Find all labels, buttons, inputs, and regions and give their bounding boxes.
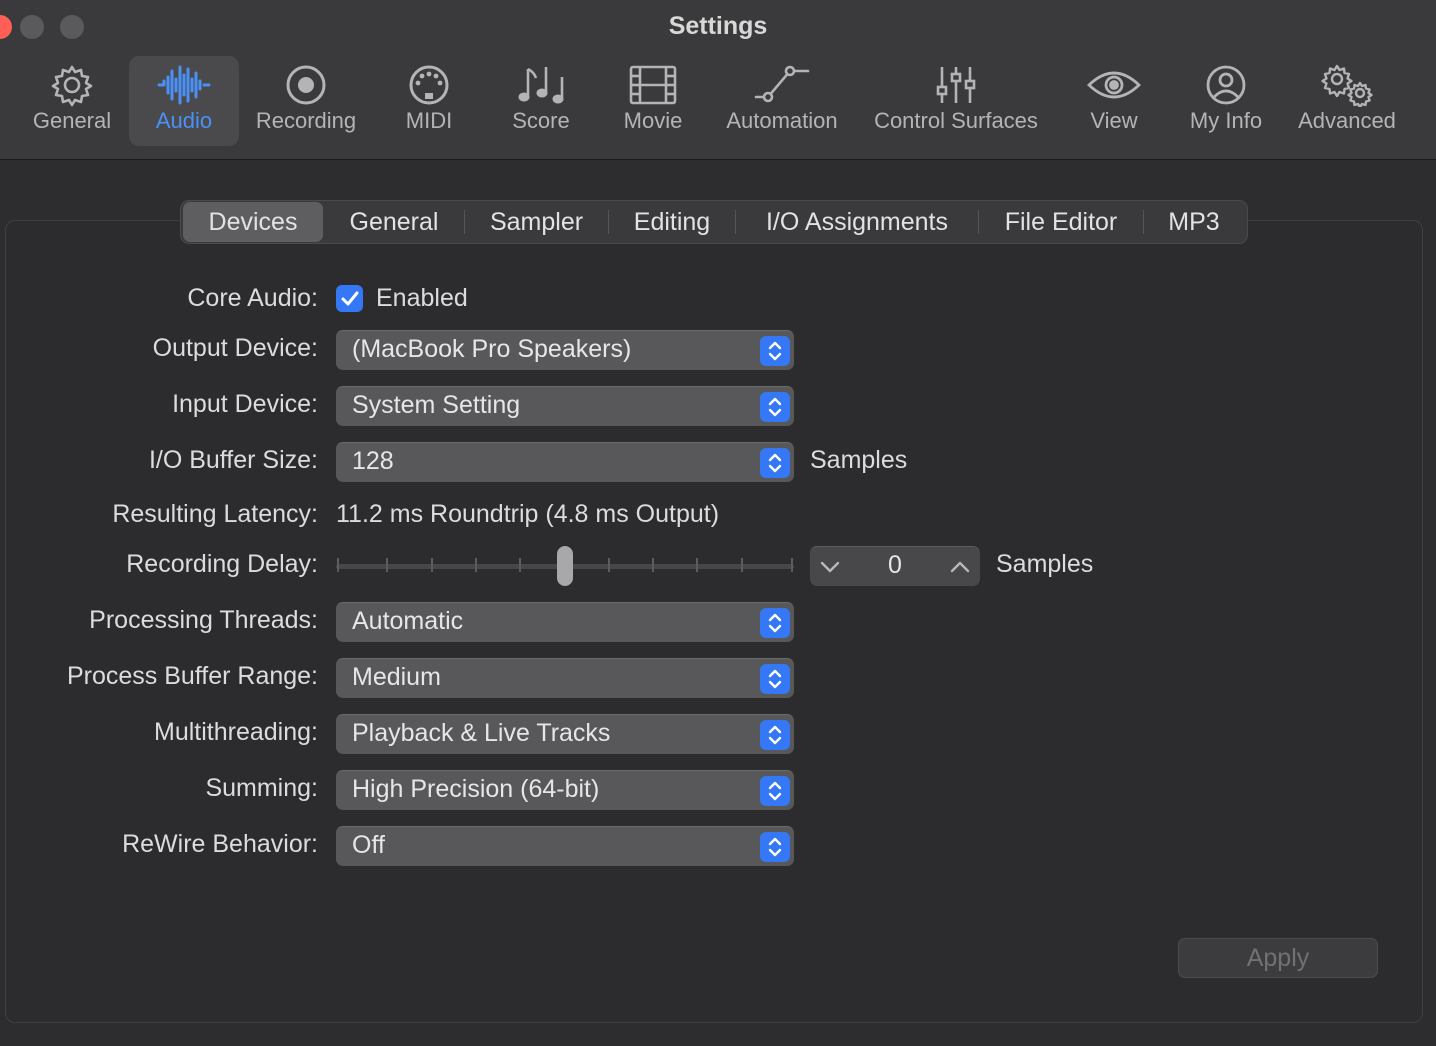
chevron-updown-icon [760, 664, 790, 694]
toolbar-item-score[interactable]: Score [508, 56, 574, 146]
chevron-updown-icon [760, 392, 790, 422]
slider-thumb[interactable] [557, 546, 573, 586]
output-device-label: Output Device: [152, 334, 318, 362]
chevron-updown-icon [760, 776, 790, 806]
slider-tick [741, 558, 743, 572]
toolbar-item-control-surfaces[interactable]: Control Surfaces [866, 56, 1046, 146]
process-buffer-range-value: Medium [352, 663, 441, 691]
chevron-up-icon[interactable] [948, 556, 972, 578]
toolbar-item-label: Control Surfaces [874, 108, 1038, 133]
toolbar-item-label: Audio [155, 108, 213, 133]
latency-label: Resulting Latency: [112, 500, 318, 528]
tab-mp3[interactable]: MP3 [1144, 202, 1244, 242]
buffer-size-value: 128 [352, 447, 394, 475]
chevron-updown-icon [760, 608, 790, 638]
core-audio-enabled-label[interactable]: Enabled [376, 284, 468, 313]
tab-bar: Devices General Sampler Editing I/O Assi… [180, 200, 1248, 244]
chevron-updown-icon [760, 720, 790, 750]
recording-delay-unit: Samples [996, 550, 1094, 578]
core-audio-label: Core Audio: [187, 284, 318, 312]
latency-value: 11.2 ms Roundtrip (4.8 ms Output) [336, 500, 720, 528]
input-device-popup[interactable]: System Setting [336, 386, 794, 426]
process-buffer-range-label: Process Buffer Range: [66, 662, 318, 690]
person-icon [1204, 56, 1248, 108]
chevron-updown-icon [760, 448, 790, 478]
film-icon [629, 56, 677, 108]
toolbar-item-label: View [1090, 108, 1138, 133]
slider-tick [791, 558, 793, 572]
toolbar-item-view[interactable]: View [1082, 56, 1146, 146]
checkmark-icon [341, 291, 358, 305]
buffer-size-unit: Samples [810, 446, 908, 474]
slider-tick [608, 558, 610, 572]
summing-value: High Precision (64-bit) [352, 775, 600, 803]
eye-icon [1086, 56, 1142, 108]
recording-delay-stepper[interactable]: 0 [810, 546, 980, 586]
tab-file-editor[interactable]: File Editor [979, 202, 1143, 242]
rewire-value: Off [352, 831, 385, 859]
buffer-size-popup[interactable]: 128 [336, 442, 794, 482]
multithreading-label: Multithreading: [154, 718, 318, 746]
toolbar-item-label: Advanced [1298, 108, 1396, 133]
toolbar-item-my-info[interactable]: My Info [1182, 56, 1270, 146]
recording-delay-slider[interactable] [336, 546, 794, 586]
waveform-icon [157, 56, 211, 108]
summing-label: Summing: [205, 774, 318, 802]
tab-io-assignments[interactable]: I/O Assignments [736, 202, 978, 242]
buffer-size-label: I/O Buffer Size: [148, 446, 318, 474]
slider-tick [475, 558, 477, 572]
tab-editing[interactable]: Editing [609, 202, 735, 242]
process-buffer-range-popup[interactable]: Medium [336, 658, 794, 698]
faders-icon [934, 56, 978, 108]
rewire-popup[interactable]: Off [336, 826, 794, 866]
gear-icon [50, 56, 94, 108]
automation-curve-icon [754, 56, 810, 108]
recording-delay-label: Recording Delay: [126, 550, 318, 578]
core-audio-checkbox[interactable] [336, 285, 363, 312]
multithreading-value: Playback & Live Tracks [352, 719, 611, 747]
slider-tick [696, 558, 698, 572]
gears-icon [1319, 56, 1375, 108]
music-notes-icon [516, 56, 566, 108]
record-icon [284, 56, 328, 108]
toolbar-item-recording[interactable]: Recording [250, 56, 362, 146]
summing-popup[interactable]: High Precision (64-bit) [336, 770, 794, 810]
slider-tick [519, 558, 521, 572]
slider-tick [652, 558, 654, 572]
chevron-updown-icon [760, 832, 790, 862]
processing-threads-value: Automatic [352, 607, 464, 635]
tab-devices[interactable]: Devices [183, 202, 323, 242]
tab-general[interactable]: General [324, 202, 464, 242]
toolbar-item-label: My Info [1189, 108, 1263, 133]
toolbar-item-label: MIDI [405, 108, 453, 133]
input-device-value: System Setting [352, 391, 521, 419]
toolbar-item-automation[interactable]: Automation [720, 56, 844, 146]
multithreading-popup[interactable]: Playback & Live Tracks [336, 714, 794, 754]
toolbar: Settings General Audio Recording MIDI Sc… [0, 0, 1436, 160]
midi-connector-icon [407, 56, 451, 108]
processing-threads-popup[interactable]: Automatic [336, 602, 794, 642]
slider-tick [386, 558, 388, 572]
slider-tick [337, 558, 339, 572]
rewire-label: ReWire Behavior: [122, 830, 318, 858]
processing-threads-label: Processing Threads: [89, 606, 318, 634]
output-device-popup[interactable]: (MacBook Pro Speakers) [336, 330, 794, 370]
toolbar-item-general[interactable]: General [22, 56, 122, 146]
apply-button[interactable]: Apply [1178, 938, 1378, 978]
toolbar-item-label: Score [512, 108, 570, 133]
input-device-label: Input Device: [172, 390, 318, 418]
toolbar-item-advanced[interactable]: Advanced [1290, 56, 1404, 146]
toolbar-item-midi[interactable]: MIDI [400, 56, 458, 146]
toolbar-item-movie[interactable]: Movie [618, 56, 688, 146]
toolbar-item-label: Movie [623, 108, 683, 133]
slider-tick [431, 558, 433, 572]
tab-sampler[interactable]: Sampler [465, 202, 608, 242]
toolbar-item-label: General [32, 108, 112, 133]
output-device-value: (MacBook Pro Speakers) [352, 335, 632, 363]
toolbar-item-label: Recording [255, 108, 357, 133]
window-title: Settings [668, 12, 768, 40]
chevron-updown-icon [760, 336, 790, 366]
toolbar-item-label: Automation [726, 108, 838, 133]
toolbar-item-audio[interactable]: Audio [129, 56, 239, 146]
